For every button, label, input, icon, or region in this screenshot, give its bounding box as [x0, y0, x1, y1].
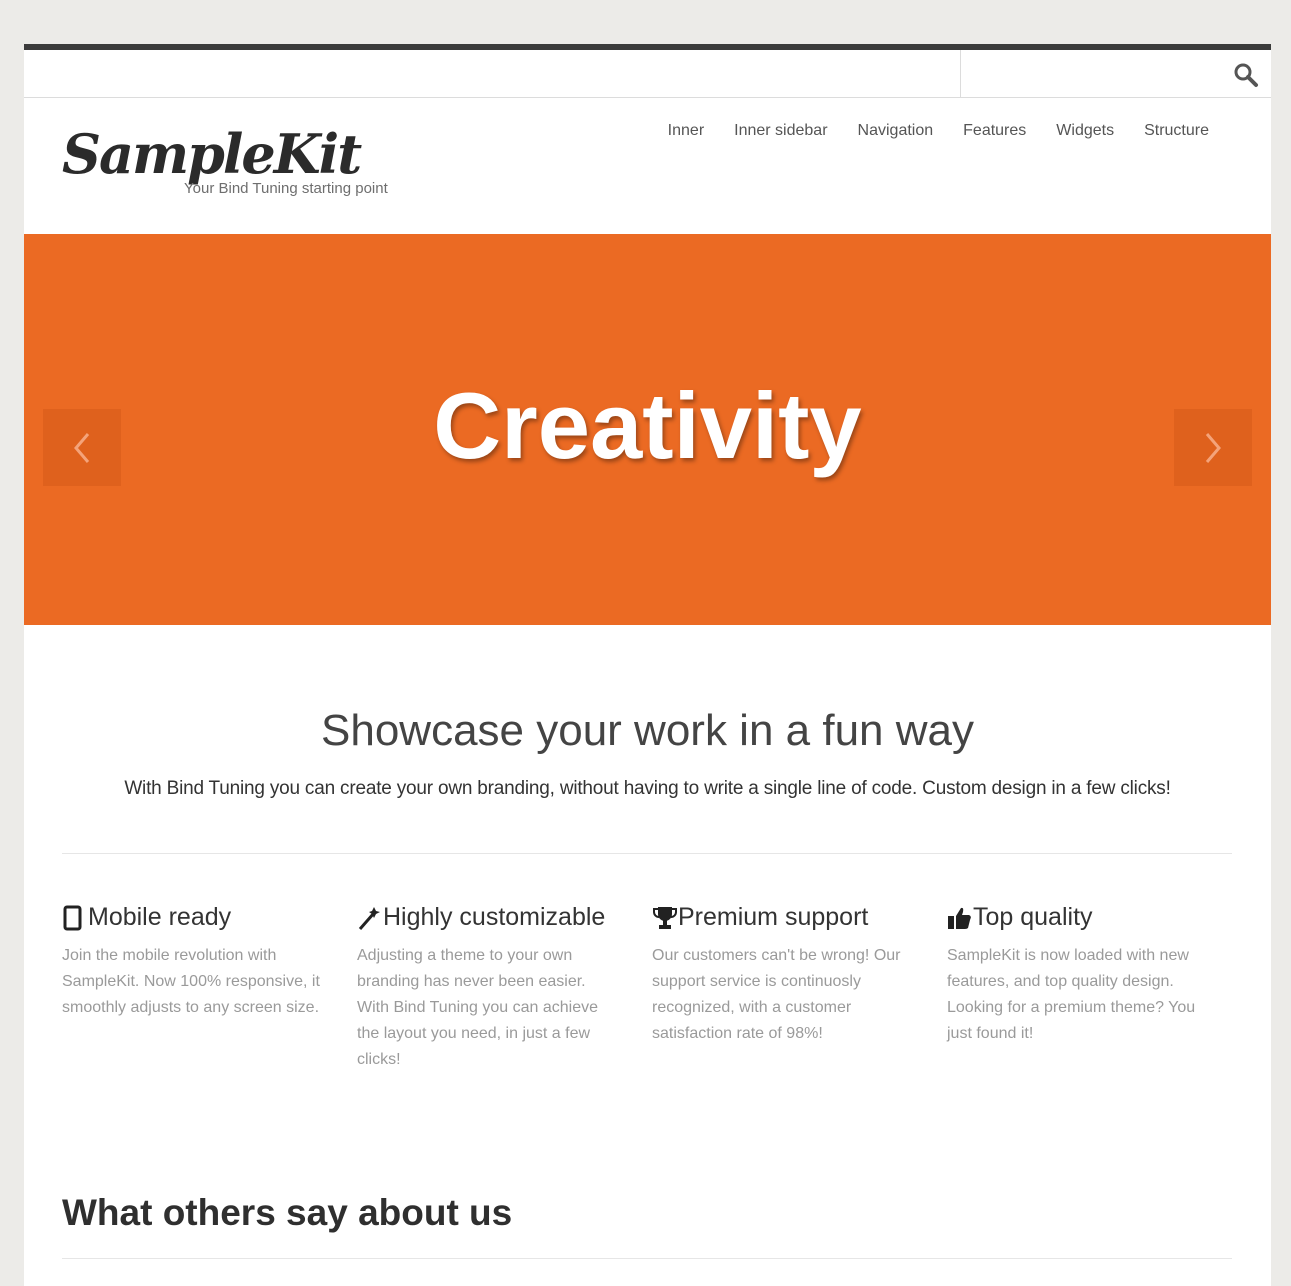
magic-wand-icon	[358, 907, 380, 930]
mobile-icon	[63, 905, 82, 931]
feature-text: SampleKit is now loaded with new feature…	[947, 947, 1196, 1042]
nav-item-inner-sidebar[interactable]: Inner sidebar	[734, 122, 827, 140]
header: SampleKit Your Bind Tuning starting poin…	[24, 98, 1271, 234]
hero-slider: Creativity	[24, 234, 1271, 625]
feature-highly-customizable: Highly customizable Adjusting a theme to…	[357, 900, 652, 1073]
feature-title: Top quality	[947, 900, 1208, 935]
feature-text: Join the mobile revolution with SampleKi…	[62, 947, 320, 1016]
intro-title: Showcase your work in a fun way	[321, 706, 974, 755]
main-nav: Inner Inner sidebar Navigation Features …	[638, 122, 1209, 140]
nav-item-navigation[interactable]: Navigation	[858, 122, 934, 140]
trophy-icon	[653, 907, 677, 929]
intro-text: With Bind Tuning you can create your own…	[124, 778, 1171, 799]
search-icon[interactable]	[1233, 62, 1259, 88]
nav-item-widgets[interactable]: Widgets	[1056, 122, 1114, 140]
feature-mobile-ready: Mobile ready Join the mobile revolution …	[62, 900, 357, 1073]
chevron-right-icon	[1205, 432, 1221, 463]
feature-text: Adjusting a theme to your own branding h…	[357, 947, 599, 1068]
slider-next-button[interactable]	[1174, 409, 1252, 486]
feature-text: Our customers can't be wrong! Our suppor…	[652, 947, 901, 1042]
features-row: Mobile ready Join the mobile revolution …	[62, 900, 1242, 1073]
feature-premium-support: Premium support Our customers can't be w…	[652, 900, 947, 1073]
search-input[interactable]	[969, 58, 1219, 90]
logo[interactable]: SampleKit Your Bind Tuning starting poin…	[62, 122, 388, 197]
feature-top-quality: Top quality SampleKit is now loaded with…	[947, 900, 1242, 1073]
top-bar	[24, 50, 1271, 98]
feature-title: Mobile ready	[62, 900, 323, 935]
search-box[interactable]	[960, 50, 1271, 98]
logo-text: SampleKit	[62, 122, 362, 186]
logo-tagline: Your Bind Tuning starting point	[184, 180, 388, 197]
nav-item-structure[interactable]: Structure	[1144, 122, 1209, 140]
thumbs-up-icon	[948, 907, 971, 929]
nav-item-inner[interactable]: Inner	[668, 122, 704, 140]
hero-title: Creativity	[433, 373, 862, 478]
divider	[62, 853, 1232, 854]
testimonials-title: What others say about us	[62, 1192, 513, 1233]
nav-item-features[interactable]: Features	[963, 122, 1026, 140]
divider	[62, 1258, 1232, 1259]
page: SampleKit Your Bind Tuning starting poin…	[24, 44, 1271, 1286]
feature-title: Premium support	[652, 900, 913, 935]
feature-title: Highly customizable	[357, 900, 618, 935]
